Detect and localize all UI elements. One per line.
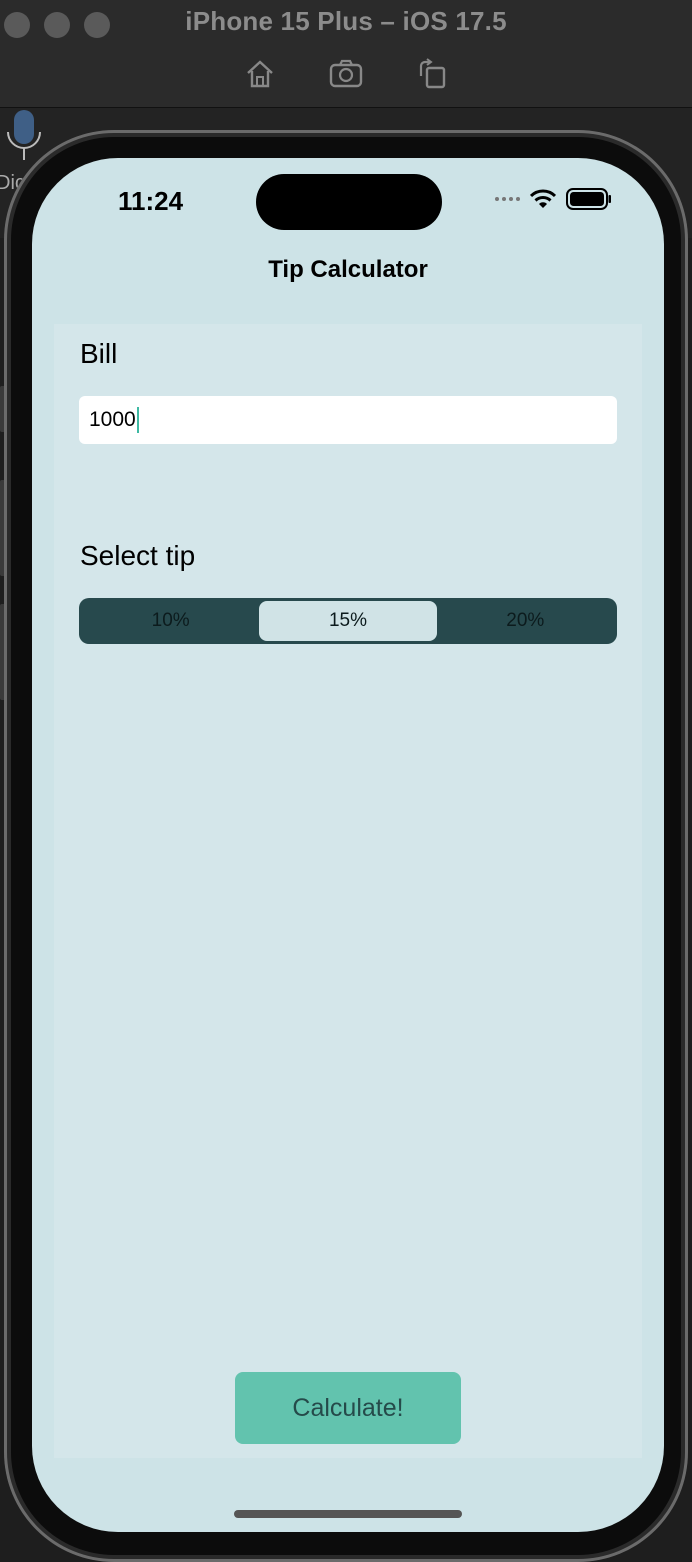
tip-option-20[interactable]: 20%	[437, 601, 614, 641]
calculate-button[interactable]: Calculate!	[235, 1372, 461, 1444]
wifi-icon	[530, 189, 556, 208]
dynamic-island	[256, 174, 442, 230]
bill-input[interactable]: 1000	[79, 396, 617, 444]
tip-segmented-control[interactable]: 10% 15% 20%	[79, 598, 617, 644]
simulator-toolbar	[0, 54, 692, 94]
bill-label: Bill	[80, 338, 118, 369]
rotate-button[interactable]	[412, 54, 452, 94]
tip-option-15[interactable]: 15%	[259, 601, 437, 641]
form-section: Bill 1000 Select tip 10% 15% 20% Calcula…	[54, 324, 642, 1458]
cellular-signal-icon	[495, 197, 520, 201]
simulator-title: iPhone 15 Plus – iOS 17.5	[185, 6, 507, 36]
bill-input-value: 1000	[89, 408, 136, 431]
simulator-title-bar: iPhone 15 Plus – iOS 17.5	[0, 0, 692, 108]
status-icons	[495, 188, 612, 210]
status-time: 11:24	[118, 186, 184, 216]
home-icon	[247, 60, 273, 88]
text-cursor	[136, 407, 139, 433]
page-title: Tip Calculator	[268, 256, 428, 283]
tip-label: Select tip	[80, 540, 196, 571]
app-screen: 11:24 Tip Calculator Bill 1000 Select ti…	[32, 158, 664, 1532]
tip-option-10[interactable]: 10%	[82, 601, 259, 641]
rotate-icon	[419, 58, 446, 89]
home-button[interactable]	[240, 54, 280, 94]
screenshot-icon	[329, 59, 363, 88]
home-indicator[interactable]	[234, 1510, 462, 1518]
battery-icon	[566, 188, 611, 210]
screenshot-button[interactable]	[326, 54, 366, 94]
